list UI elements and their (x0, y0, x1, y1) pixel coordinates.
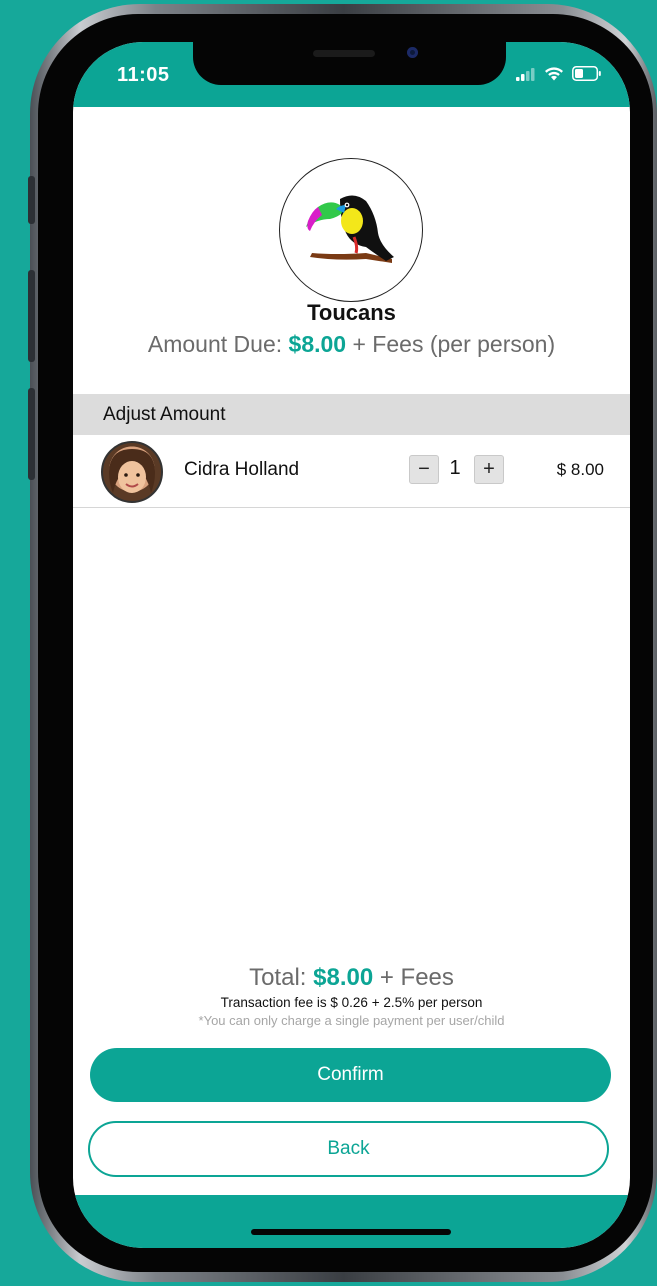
home-indicator[interactable] (251, 1229, 451, 1235)
app-stage: 11:05 Toucans Amount Due: $8.00 + Fees (… (0, 0, 657, 1286)
adjust-amount-header: Adjust Amount (73, 394, 630, 435)
status-time: 11:05 (117, 64, 170, 86)
member-price: $ 8.00 (556, 460, 604, 479)
total-suffix: + Fees (379, 964, 454, 991)
phone-screen: 11:05 Toucans Amount Due: $8.00 + Fees (… (73, 42, 630, 1248)
volume-up-button (28, 270, 35, 362)
amount-due-suffix: + Fees (per person) (352, 331, 556, 357)
toucan-logo-icon (306, 195, 394, 263)
transaction-fee-note: Transaction fee is $ 0.26 + 2.5% per per… (220, 995, 483, 1010)
wifi-icon (544, 66, 564, 86)
decrease-quantity-button[interactable]: − (409, 455, 439, 484)
group-logo (279, 158, 423, 302)
total-value: $8.00 (313, 964, 374, 991)
confirm-button[interactable]: Confirm (90, 1048, 611, 1102)
quantity-value: 1 (449, 457, 461, 479)
earpiece-speaker (313, 50, 375, 57)
increase-quantity-button[interactable]: + (474, 455, 504, 484)
volume-down-button (28, 388, 35, 480)
front-camera (407, 47, 418, 58)
mute-switch (28, 176, 35, 224)
amount-due-line: Amount Due: $8.00 + Fees (per person) (73, 331, 630, 358)
total-prefix: Total: (249, 964, 307, 991)
single-payment-note: *You can only charge a single payment pe… (198, 1013, 505, 1028)
member-avatar (101, 441, 163, 503)
amount-due-value: $8.00 (288, 331, 347, 357)
battery-icon (572, 66, 602, 86)
camera-notch (193, 42, 506, 85)
back-button[interactable]: Back (88, 1121, 609, 1177)
cellular-signal-icon (516, 67, 536, 86)
group-name: Toucans (307, 300, 396, 325)
section-header-label: Adjust Amount (103, 404, 226, 425)
total-line: Total: $8.00 + Fees (73, 964, 630, 992)
status-icons (516, 66, 602, 86)
bottom-bar (73, 1195, 630, 1248)
member-row: Cidra Holland − 1 + $ 8.00 (73, 435, 630, 508)
amount-due-prefix: Amount Due: (147, 331, 283, 357)
member-name: Cidra Holland (184, 459, 300, 480)
